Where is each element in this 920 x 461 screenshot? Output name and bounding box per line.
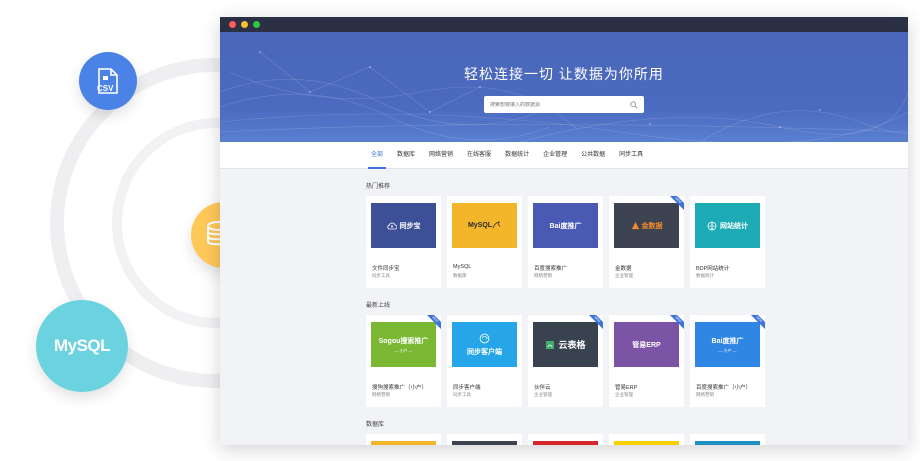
card-category: 企业管理 — [615, 273, 633, 278]
card-list-database — [366, 434, 908, 445]
connector-card-partial[interactable] — [366, 434, 441, 445]
hero-title: 轻松连接一切 让数据为你所用 — [464, 66, 664, 82]
connector-card-baidu-search[interactable]: Bai度推广 百度搜索推广 网络营销 — [528, 196, 603, 288]
card-thumbnail: 同步宝 — [371, 203, 436, 248]
jinshuju-logo-icon — [631, 221, 639, 230]
card-category: 企业管理 — [534, 392, 552, 397]
content-area: 热门推荐 同步宝 文件同步宝 同步工具 MySQL MySQL 数据库 Bai度… — [220, 181, 908, 445]
thumb-text: Sogou搜索推广 — [378, 337, 429, 345]
new-badge: NEW — [668, 196, 684, 212]
tab-all[interactable]: 全部 — [364, 142, 390, 169]
tab-sync-tools[interactable]: 同步工具 — [612, 142, 650, 169]
thumb-text: 金数据 — [641, 222, 663, 230]
connector-card-jinshuju[interactable]: 金数据 NEW 金数据 企业管理 — [609, 196, 684, 288]
card-title: 伙伴云 — [534, 385, 551, 391]
card-category: 网络营销 — [696, 392, 714, 397]
section-title-hot: 热门推荐 — [366, 184, 391, 190]
search-box[interactable] — [484, 96, 644, 113]
card-thumbnail: Bai度推广 — [533, 203, 598, 248]
thumb-text: 同步客户端 — [467, 348, 502, 356]
connector-card-sync-client[interactable]: 同步客户端 同步客户端 同步工具 — [447, 315, 522, 407]
connector-card-bdp-site-stats[interactable]: 网站统计 BDP网站统计 数据统计 — [690, 196, 765, 288]
card-title: 百度搜索推广（小户） — [696, 385, 752, 391]
thumb-text: 网站统计 — [720, 222, 748, 230]
card-title: 管易ERP — [615, 385, 638, 391]
card-title: 搜狗搜索推广（小户） — [372, 385, 428, 391]
tab-database[interactable]: 数据库 — [390, 142, 422, 169]
card-category: 数据库 — [453, 273, 467, 278]
search-input[interactable] — [490, 101, 630, 108]
new-badge: NEW — [425, 315, 441, 331]
tab-online-service[interactable]: 在线客服 — [460, 142, 498, 169]
card-category: 网络营销 — [372, 392, 390, 397]
window-maximize-button[interactable] — [253, 21, 260, 28]
connector-card-partial[interactable] — [690, 434, 765, 445]
section-title-database: 数据库 — [366, 422, 385, 428]
thumb-text: 管易ERP — [632, 341, 661, 349]
card-list-hot: 同步宝 文件同步宝 同步工具 MySQL MySQL 数据库 Bai度推广 百度… — [366, 196, 908, 288]
card-thumbnail: 网站统计 — [695, 203, 760, 248]
card-thumbnail — [695, 441, 760, 445]
thumb-subtext: — 小户 — — [718, 347, 737, 353]
thumb-text: Bai度推广 — [711, 337, 744, 345]
card-thumbnail — [371, 441, 436, 445]
thumb-text: MySQL — [467, 222, 493, 229]
cloud-upload-icon — [386, 222, 397, 229]
connector-card-mysql[interactable]: MySQL MySQL 数据库 — [447, 196, 522, 288]
window-minimize-button[interactable] — [241, 21, 248, 28]
hero-banner: 轻松连接一切 让数据为你所用 — [220, 32, 908, 142]
card-title: 同步客户端 — [453, 385, 481, 391]
dolphin-icon — [492, 221, 501, 229]
category-tabs: 全部 数据库 网络营销 在线客服 数据统计 企业管理 公共数据 同步工具 — [220, 142, 908, 169]
card-title: 金数据 — [615, 266, 632, 272]
sync-icon — [479, 333, 490, 343]
card-title: 百度搜索推广 — [534, 266, 568, 272]
card-category: 企业管理 — [615, 392, 633, 397]
spreadsheet-icon — [546, 340, 555, 349]
window-close-button[interactable] — [229, 21, 236, 28]
card-list-new: Sogou搜索推广 — 小户 — NEW 搜狗搜索推广（小户） 网络营销 同步客… — [366, 315, 908, 407]
card-thumbnail — [452, 441, 517, 445]
app-window: 轻松连接一切 让数据为你所用 全部 数据库 网络营销 在线客服 数据统计 企业管… — [220, 17, 908, 445]
card-category: 同步工具 — [453, 392, 471, 397]
tab-online-marketing[interactable]: 网络营销 — [422, 142, 460, 169]
connector-card-sogou-search[interactable]: Sogou搜索推广 — 小户 — NEW 搜狗搜索推广（小户） 网络营销 — [366, 315, 441, 407]
csv-file-icon: CSV — [79, 52, 137, 110]
card-thumbnail: MySQL — [452, 203, 517, 248]
window-titlebar — [220, 17, 908, 32]
connector-card-baidu-search-small[interactable]: Bai度推广 — 小户 — NEW 百度搜索推广（小户） 网络营销 — [690, 315, 765, 407]
card-thumbnail — [533, 441, 598, 445]
card-title: MySQL — [453, 264, 472, 270]
connector-card-partial[interactable] — [447, 434, 522, 445]
tab-data-statistics[interactable]: 数据统计 — [498, 142, 536, 169]
search-icon[interactable] — [630, 100, 638, 109]
tab-public-data[interactable]: 公共数据 — [574, 142, 612, 169]
section-title-new: 最新上线 — [366, 303, 391, 309]
card-title: BDP网站统计 — [696, 266, 730, 272]
card-category: 同步工具 — [372, 273, 390, 278]
card-thumbnail — [614, 441, 679, 445]
new-badge: NEW — [587, 315, 603, 331]
thumb-text: 云表格 — [558, 340, 586, 350]
connector-card-partial[interactable] — [609, 434, 684, 445]
new-badge: NEW — [749, 315, 765, 331]
mysql-logo: MySQL — [36, 300, 128, 392]
mysql-logo-text: MySQL — [53, 336, 111, 355]
connector-card-partial[interactable] — [528, 434, 603, 445]
new-badge: NEW — [668, 315, 684, 331]
network-mesh-decoration — [220, 51, 908, 142]
thumb-subtext: — 小户 — — [394, 347, 413, 353]
thumb-text: 同步宝 — [399, 222, 421, 230]
thumb-text: Bai度推广 — [549, 222, 582, 230]
card-category: 数据统计 — [696, 273, 714, 278]
connector-card-guanyi-erp[interactable]: 管易ERP NEW 管易ERP 企业管理 — [609, 315, 684, 407]
card-title: 文件同步宝 — [372, 266, 400, 272]
card-category: 网络营销 — [534, 273, 552, 278]
csv-label: CSV — [97, 84, 114, 93]
card-thumbnail: 同步客户端 — [452, 322, 517, 367]
globe-icon — [707, 221, 717, 231]
tab-enterprise-management[interactable]: 企业管理 — [536, 142, 574, 169]
connector-card-file-sync[interactable]: 同步宝 文件同步宝 同步工具 — [366, 196, 441, 288]
connector-card-huobanyun[interactable]: 云表格 NEW 伙伴云 企业管理 — [528, 315, 603, 407]
